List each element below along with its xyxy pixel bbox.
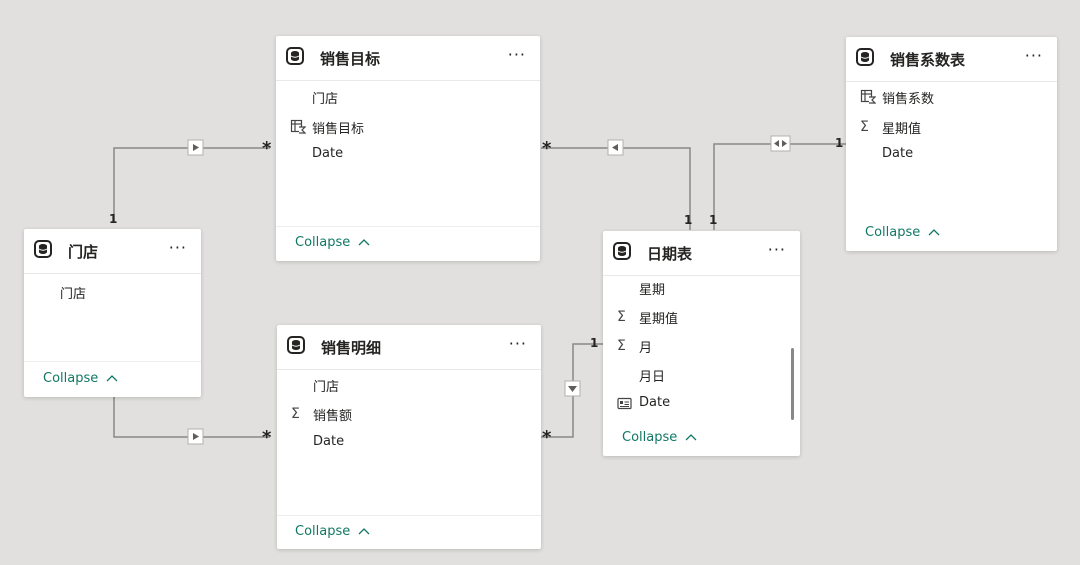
collapse-divider	[24, 361, 201, 362]
table-icon	[287, 336, 305, 354]
filter-direction-marker	[607, 139, 624, 156]
field-name: Date	[882, 146, 914, 161]
relationship-store-to-sales-target	[113, 147, 270, 222]
chevron-up-icon	[685, 434, 697, 441]
field-name: 销售目标	[312, 122, 365, 137]
collapse-divider	[277, 515, 541, 516]
table-card-sales-coef[interactable]: 销售系数表 ··· 销售系数 Σ 星期值 Date Collapse	[846, 37, 1057, 251]
calendar-icon	[617, 394, 635, 414]
field-icon-blank	[290, 145, 308, 165]
more-options-button[interactable]: ···	[169, 238, 187, 257]
table-card-header[interactable]: 销售目标 ···	[276, 36, 540, 81]
measure-table-icon	[860, 87, 878, 107]
model-diagram-canvas[interactable]: 1 * * * * 1 1 1 1 销售目标 ··· 门店 销售目标 Date	[0, 0, 1080, 565]
more-options-button[interactable]: ···	[508, 45, 526, 64]
field-icon-blank	[38, 282, 56, 302]
table-card-sales-detail[interactable]: 销售明细 ··· 门店 Σ 销售额 Date Collapse	[277, 325, 541, 549]
more-options-button[interactable]: ···	[509, 334, 527, 353]
field-icon-blank	[291, 375, 309, 395]
table-title: 门店	[68, 243, 99, 261]
field-name: Date	[312, 146, 344, 161]
collapse-label: Collapse	[865, 225, 921, 240]
field-name: 星期值	[882, 122, 922, 137]
collapse-label: Collapse	[622, 430, 678, 445]
collapse-label: Collapse	[43, 371, 99, 386]
chevron-up-icon	[358, 528, 370, 535]
table-title: 日期表	[647, 245, 693, 263]
table-title: 销售明细	[321, 339, 382, 357]
more-options-button[interactable]: ···	[1025, 46, 1043, 65]
filter-direction-marker	[564, 380, 581, 397]
field-icon-blank	[291, 433, 309, 453]
bidirectional-filter-marker	[770, 135, 791, 152]
table-icon	[856, 48, 874, 66]
collapse-button[interactable]: Collapse	[295, 524, 370, 539]
collapse-button[interactable]: Collapse	[295, 235, 370, 250]
cardinality-many-label: *	[542, 138, 552, 159]
cardinality-one-label: 1	[684, 213, 693, 227]
table-card-header[interactable]: 门店 ···	[24, 229, 201, 274]
table-icon	[286, 47, 304, 65]
chevron-up-icon	[106, 375, 118, 382]
more-options-button[interactable]: ···	[768, 240, 786, 259]
table-icon	[613, 242, 631, 260]
cardinality-many-label: *	[262, 138, 272, 159]
field-name: 门店	[313, 380, 340, 395]
field-name: 门店	[312, 92, 339, 107]
collapse-label: Collapse	[295, 524, 351, 539]
cardinality-one-label: 1	[109, 212, 118, 226]
sum-icon: Σ	[860, 119, 869, 135]
sum-icon: Σ	[617, 338, 626, 354]
filter-direction-marker	[187, 139, 204, 156]
field-name: Date	[639, 395, 671, 410]
vertical-scrollbar[interactable]	[791, 348, 794, 420]
field-icon-blank	[617, 365, 635, 385]
table-card-date[interactable]: 日期表 ··· 星期 Σ 星期值 Σ 月 月日 Date Collapse	[603, 231, 800, 456]
field-name: 门店	[60, 287, 87, 302]
cardinality-one-label: 1	[835, 136, 844, 150]
table-card-store[interactable]: 门店 ··· 门店 Collapse	[24, 229, 201, 397]
cardinality-many-label: *	[262, 427, 272, 448]
field-name: 星期值	[639, 312, 679, 327]
chevron-up-icon	[928, 229, 940, 236]
field-icon-blank	[290, 87, 308, 107]
table-title: 销售系数表	[890, 51, 966, 69]
collapse-button[interactable]: Collapse	[622, 430, 697, 445]
field-name: 星期	[639, 283, 666, 298]
cardinality-one-label: 1	[709, 213, 718, 227]
field-name: 月日	[639, 370, 666, 385]
table-card-header[interactable]: 日期表 ···	[603, 231, 800, 276]
sum-icon: Σ	[617, 309, 626, 325]
field-name: 销售额	[313, 409, 353, 424]
table-title: 销售目标	[320, 50, 381, 68]
collapse-button[interactable]: Collapse	[865, 225, 940, 240]
cardinality-one-label: 1	[590, 336, 599, 350]
field-name: 月	[639, 341, 653, 356]
relationship-date-to-sales-coef	[713, 143, 846, 230]
relationship-sales-target-to-date	[541, 147, 691, 230]
field-name: Date	[313, 434, 345, 449]
field-icon-blank	[860, 145, 878, 165]
collapse-button[interactable]: Collapse	[43, 371, 118, 386]
collapse-divider	[276, 226, 540, 227]
table-card-sales-target[interactable]: 销售目标 ··· 门店 销售目标 Date Collapse	[276, 36, 540, 261]
cardinality-many-label: *	[542, 427, 552, 448]
field-name: 销售系数	[882, 92, 935, 107]
chevron-up-icon	[358, 239, 370, 246]
table-card-header[interactable]: 销售系数表 ···	[846, 37, 1057, 82]
measure-table-icon	[290, 117, 308, 137]
collapse-label: Collapse	[295, 235, 351, 250]
field-icon-blank	[617, 278, 635, 298]
table-card-header[interactable]: 销售明细 ···	[277, 325, 541, 370]
sum-icon: Σ	[291, 406, 300, 422]
table-icon	[34, 240, 52, 258]
filter-direction-marker	[187, 428, 204, 445]
